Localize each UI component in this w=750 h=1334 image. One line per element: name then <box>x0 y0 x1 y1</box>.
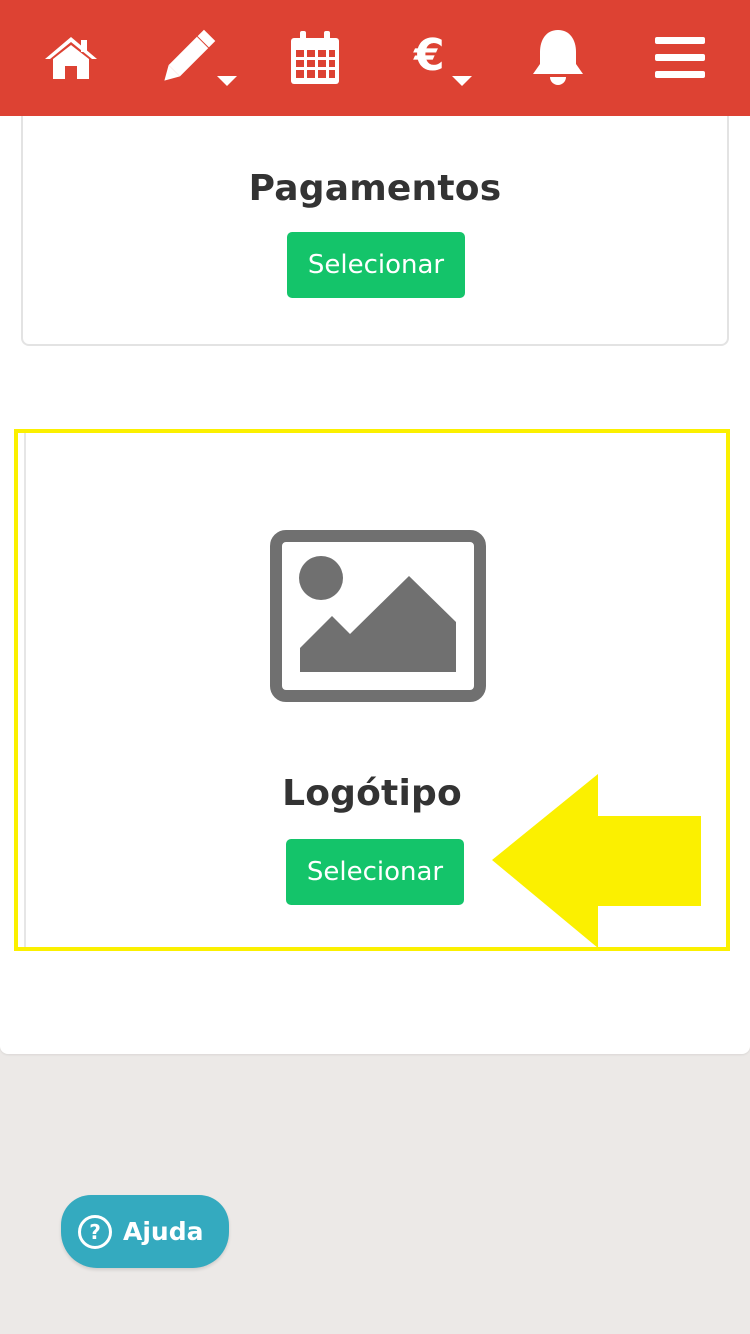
bell-icon <box>533 30 583 85</box>
payments-title: Pagamentos <box>248 168 502 209</box>
menu-icon <box>655 37 705 78</box>
payments-select-button[interactable]: Selecionar <box>287 232 465 298</box>
euro-dropdown-icon: € <box>413 30 472 86</box>
finance-menu-button[interactable]: € <box>412 18 478 98</box>
help-label: Ajuda <box>123 1217 204 1246</box>
calendar-button[interactable] <box>286 18 344 98</box>
top-navbar: € <box>0 0 750 116</box>
pointer-arrow-icon <box>492 774 701 948</box>
main-menu-button[interactable] <box>650 18 710 98</box>
notifications-button[interactable] <box>528 18 588 98</box>
payments-card: Pagamentos Selecionar <box>21 116 729 346</box>
card-divider <box>24 433 26 947</box>
home-icon <box>45 37 97 79</box>
help-circle-icon: ? <box>78 1214 112 1249</box>
calendar-icon <box>291 31 339 84</box>
svg-text:€: € <box>413 30 445 81</box>
edit-dropdown-icon <box>164 29 237 86</box>
edit-menu-button[interactable] <box>160 18 242 98</box>
home-button[interactable] <box>40 18 102 98</box>
logo-select-button[interactable]: Selecionar <box>286 839 464 905</box>
image-placeholder-icon[interactable] <box>270 530 486 702</box>
help-button[interactable]: ? Ajuda <box>61 1195 229 1268</box>
